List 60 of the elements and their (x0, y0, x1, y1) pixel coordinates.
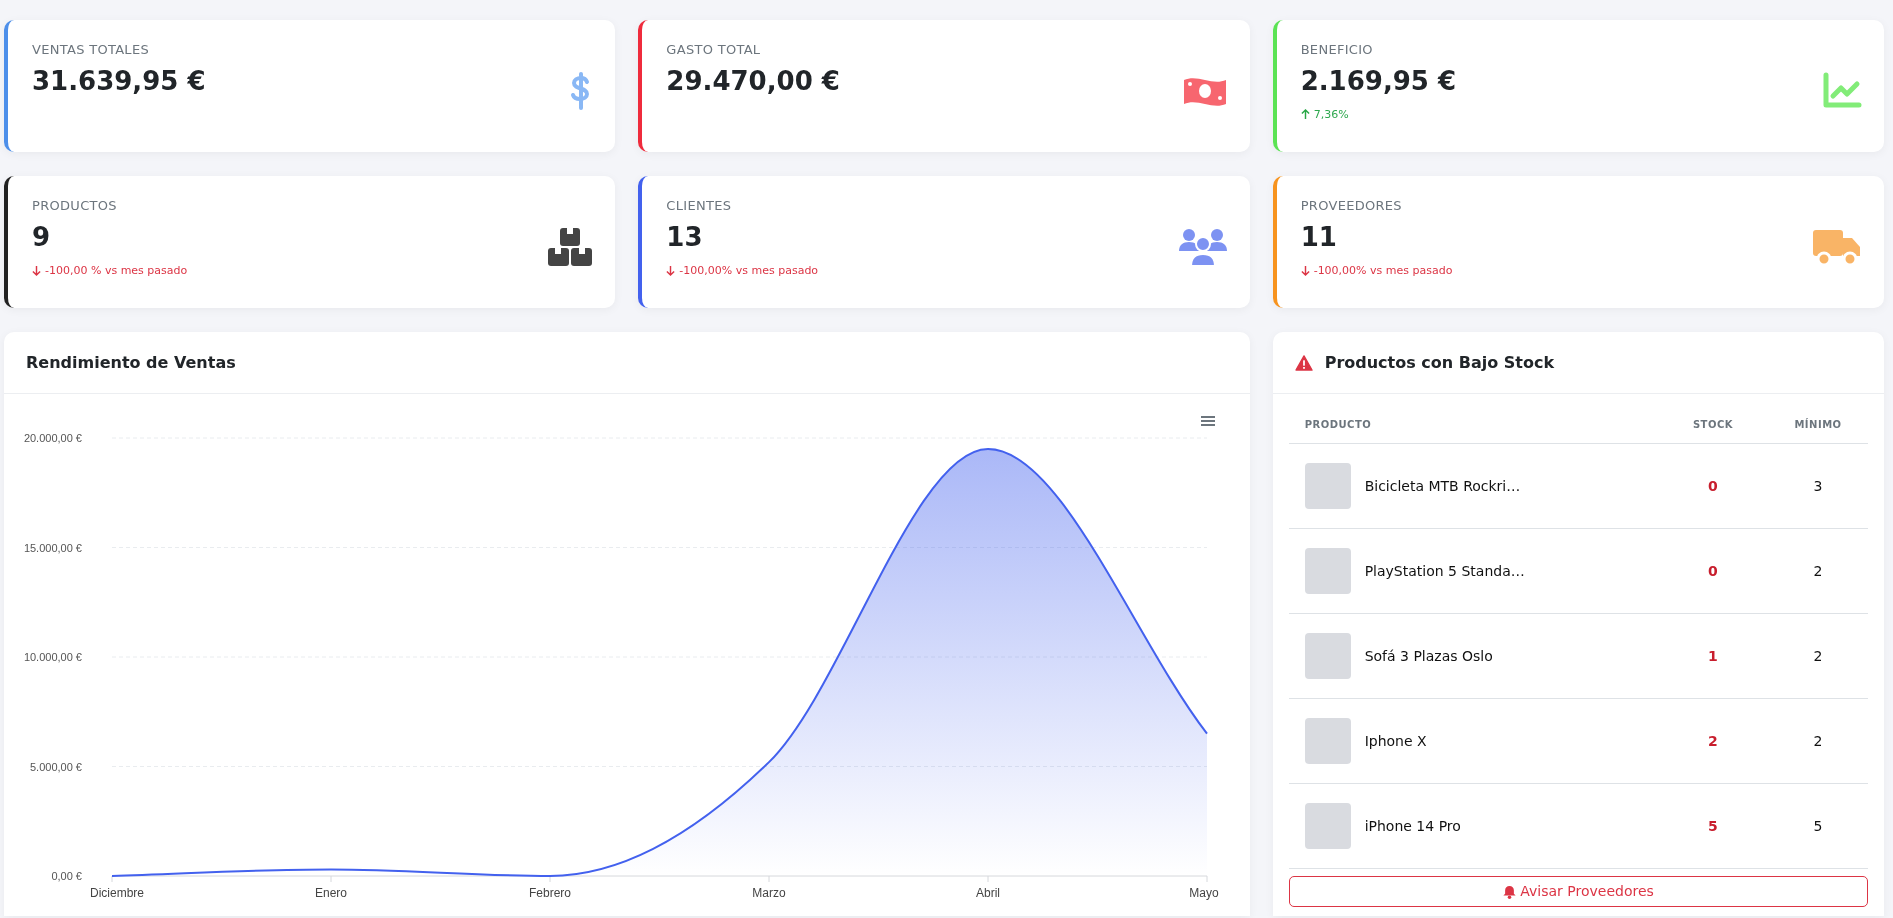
line-chart-icon (1822, 72, 1862, 110)
photo-placeholder (1304, 718, 1351, 764)
axis-label: Diciembre (90, 886, 144, 900)
minimum-value: 2 (1813, 733, 1823, 749)
truck-icon (1812, 227, 1862, 267)
trend-text: -100,00% vs mes pasado (679, 262, 819, 279)
menu-icon[interactable] (1201, 416, 1215, 426)
minimum-value: 5 (1813, 818, 1823, 834)
card-title: Productos con Bajo Stock (1324, 351, 1555, 374)
stock-value: 0 (1708, 563, 1718, 579)
photo-placeholder (1304, 633, 1351, 679)
stat-label: GASTO TOTAL (666, 41, 762, 59)
stat-value: 9 (32, 221, 52, 253)
axis-label: 0,00 € (51, 870, 82, 882)
product-name: Iphone X (1364, 731, 1427, 751)
minimum-value: 2 (1813, 563, 1823, 579)
stat-label: BENEFICIO (1300, 41, 1374, 59)
stat-value: 2.169,95 € (1300, 65, 1457, 97)
axis-label: Enero (315, 886, 347, 900)
column-header: MÍNIMO (1793, 417, 1843, 432)
bell-icon (1502, 885, 1516, 899)
axis-label: 10.000,00 € (23, 651, 82, 663)
axis-label: Marzo (752, 886, 786, 900)
axis-label: 20.000,00 € (23, 432, 82, 444)
trend-text: 7,36% (1313, 106, 1349, 123)
stat-value: 13 (666, 221, 704, 253)
trend-text: -100,00% vs mes pasado (1313, 262, 1453, 279)
product-name: Sofá 3 Plazas Oslo (1364, 646, 1493, 666)
axis-label: 5.000,00 € (30, 760, 82, 773)
product-name: Bicicleta MTB Rockri… (1364, 476, 1521, 496)
stock-value: 0 (1708, 478, 1718, 494)
stat-value: 29.470,00 € (666, 65, 840, 97)
column-header: STOCK (1691, 418, 1735, 432)
stock-value: 2 (1708, 733, 1718, 749)
column-header: PRODUCTO (1303, 418, 1373, 432)
photo-placeholder (1304, 803, 1351, 849)
stat-value: 11 (1300, 221, 1338, 253)
axis-label: Mayo (1189, 886, 1219, 900)
axis-label: 15.000,00 € (23, 541, 82, 554)
stat-label: PROVEEDORES (1300, 197, 1403, 215)
minimum-value: 3 (1813, 478, 1823, 494)
axis-label: Febrero (529, 886, 571, 900)
card-title: Rendimiento de Ventas (26, 351, 236, 374)
photo-placeholder (1304, 548, 1351, 594)
stock-value: 1 (1708, 648, 1718, 664)
photo-placeholder (1304, 463, 1351, 509)
stat-label: CLIENTES (666, 197, 733, 215)
trend-text: -100,00 % vs mes pasado (45, 262, 188, 279)
stat-label: PRODUCTOS (32, 197, 118, 215)
notify-suppliers-button[interactable]: Avisar Proveedores (1288, 876, 1868, 907)
stock-value: 5 (1708, 818, 1718, 834)
warning-icon (1294, 354, 1313, 371)
stat-label: VENTAS TOTALES (32, 41, 150, 59)
minimum-value: 2 (1813, 648, 1823, 664)
users-icon (1177, 227, 1228, 267)
axis-label: Abril (976, 886, 1000, 900)
product-name: PlayStation 5 Standa… (1364, 561, 1525, 581)
stat-value: 31.639,95 € (32, 65, 206, 97)
product-name: iPhone 14 Pro (1364, 816, 1461, 836)
boxes-icon (547, 227, 594, 267)
